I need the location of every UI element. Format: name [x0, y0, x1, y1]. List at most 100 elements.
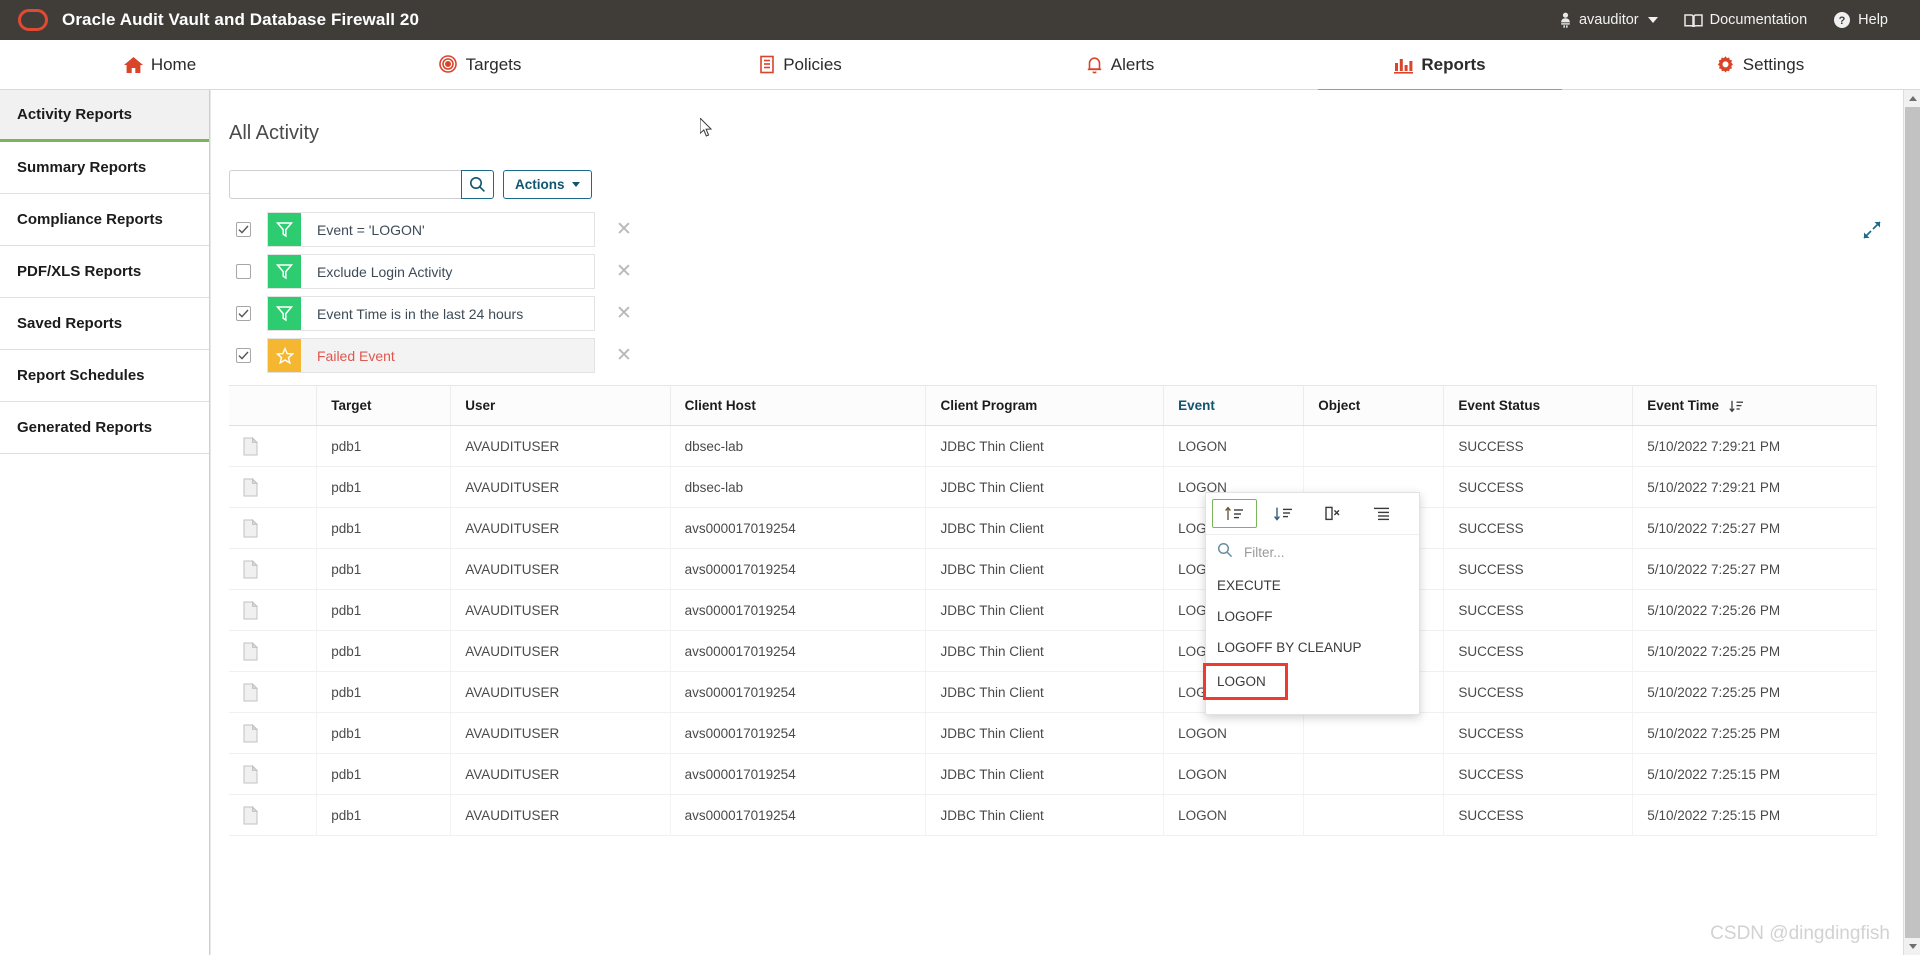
table-row[interactable]: pdb1 AVAUDITUSER dbsec-lab JDBC Thin Client…: [229, 425, 1877, 467]
sidebar-label: Summary Reports: [17, 159, 147, 176]
cell-event-status: SUCCESS: [1443, 794, 1634, 836]
column-header-user[interactable]: User: [450, 385, 671, 426]
table-header-row: Target User Client Host Client Program E…: [229, 385, 1877, 426]
cell-target: pdb1: [316, 671, 452, 713]
column-header-object[interactable]: Object: [1303, 385, 1445, 426]
cell-client-program: JDBC Thin Client: [925, 507, 1165, 549]
remove-highlight-icon[interactable]: ✕: [616, 346, 632, 365]
sidebar-label: Compliance Reports: [17, 211, 163, 228]
nav-item-reports[interactable]: Reports: [1280, 40, 1600, 93]
nav-item-settings[interactable]: Settings: [1600, 40, 1920, 89]
search-icon: [1217, 542, 1233, 563]
cell-event-status: SUCCESS: [1443, 589, 1634, 631]
filter-checkbox-exclude-login-activity[interactable]: [236, 264, 251, 279]
sort-ascending-icon[interactable]: [1212, 499, 1257, 528]
row-detail-icon[interactable]: [229, 548, 318, 590]
table-row[interactable]: pdb1 AVAUDITUSER avs000017019254 JDBC Thin …: [229, 671, 1877, 713]
row-detail-icon[interactable]: [229, 712, 318, 754]
table-row[interactable]: pdb1 AVAUDITUSER avs000017019254 JDBC Thin …: [229, 630, 1877, 672]
nav-item-targets[interactable]: Targets: [320, 40, 640, 89]
user-menu[interactable]: avauditor: [1559, 12, 1658, 28]
cell-event-status: SUCCESS: [1443, 630, 1634, 672]
scroll-up-arrow-icon[interactable]: [1904, 90, 1920, 107]
remove-filter-icon[interactable]: ✕: [616, 262, 632, 281]
target-icon: [438, 55, 458, 74]
filter-checkbox-event-time-last-24-hours[interactable]: [236, 306, 251, 321]
row-detail-icon[interactable]: [229, 507, 318, 549]
main-navigation: Home Targets Policies Alerts Reports Set…: [0, 40, 1920, 93]
scroll-down-arrow-icon[interactable]: [1904, 938, 1920, 955]
search-input[interactable]: [229, 170, 461, 199]
row-detail-icon[interactable]: [229, 753, 318, 795]
table-row[interactable]: pdb1 AVAUDITUSER avs000017019254 JDBC Thin …: [229, 548, 1877, 590]
column-header-client-program[interactable]: Client Program: [925, 385, 1165, 426]
popup-option-logon[interactable]: LOGON: [1203, 663, 1288, 700]
nav-item-alerts[interactable]: Alerts: [960, 40, 1280, 89]
column-header-target[interactable]: Target: [316, 385, 452, 426]
column-header-client-host[interactable]: Client Host: [670, 385, 927, 426]
help-link[interactable]: ? Help: [1833, 11, 1888, 29]
row-detail-icon[interactable]: [229, 589, 318, 631]
highlight-chip-failed-event[interactable]: Failed Event: [267, 338, 595, 373]
cell-target: pdb1: [316, 794, 452, 836]
nav-item-home[interactable]: Home: [0, 40, 320, 89]
popup-option-execute[interactable]: EXECUTE: [1206, 570, 1419, 601]
filter-row: Exclude Login Activity ✕: [229, 254, 1920, 289]
filter-chip-list: Event = 'LOGON' ✕ Exclude Login Activity: [229, 212, 1920, 373]
popup-option-logoff-by-cleanup[interactable]: LOGOFF BY CLEANUP: [1206, 632, 1419, 663]
filter-chip-event-time-last-24-hours[interactable]: Event Time is in the last 24 hours: [267, 296, 595, 331]
nav-item-policies[interactable]: Policies: [640, 40, 960, 89]
table-row[interactable]: pdb1 AVAUDITUSER avs000017019254 JDBC Thin …: [229, 753, 1877, 795]
row-detail-icon[interactable]: [229, 425, 318, 467]
sidebar-item-pdf-xls-reports[interactable]: PDF/XLS Reports: [0, 246, 209, 298]
event-column-popup[interactable]: EXECUTE LOGOFF LOGOFF BY CLEANUP LOGON: [1203, 492, 1420, 715]
cell-event-status: SUCCESS: [1443, 712, 1634, 754]
sidebar-item-generated-reports[interactable]: Generated Reports: [0, 402, 209, 454]
scrollbar-thumb[interactable]: [1905, 107, 1920, 955]
sidebar-item-compliance-reports[interactable]: Compliance Reports: [0, 194, 209, 246]
table-row[interactable]: pdb1 AVAUDITUSER avs000017019254 JDBC Thin …: [229, 712, 1877, 754]
star-icon: [268, 339, 301, 372]
popup-filter-input[interactable]: [1242, 544, 1382, 561]
cell-target: pdb1: [316, 548, 452, 590]
filter-chip-event-logon[interactable]: Event = 'LOGON': [267, 212, 595, 247]
sidebar-item-activity-reports[interactable]: Activity Reports: [0, 90, 209, 142]
sort-descending-icon[interactable]: [1261, 499, 1306, 528]
sidebar-item-summary-reports[interactable]: Summary Reports: [0, 142, 209, 194]
row-detail-icon[interactable]: [229, 630, 318, 672]
remove-filter-icon[interactable]: ✕: [616, 304, 632, 323]
row-detail-icon[interactable]: [229, 466, 318, 508]
table-row[interactable]: pdb1 AVAUDITUSER avs000017019254 JDBC Thin …: [229, 589, 1877, 631]
search-button[interactable]: [461, 170, 494, 199]
filter-chip-exclude-login-activity[interactable]: Exclude Login Activity: [267, 254, 595, 289]
column-header-event[interactable]: Event: [1163, 385, 1305, 426]
documentation-link[interactable]: Documentation: [1683, 12, 1807, 28]
row-detail-icon[interactable]: [229, 794, 318, 836]
sidebar-item-report-schedules[interactable]: Report Schedules: [0, 350, 209, 402]
popup-option-logoff[interactable]: LOGOFF: [1206, 601, 1419, 632]
cell-client-host: dbsec-lab: [670, 425, 927, 467]
column-header-event-status[interactable]: Event Status: [1443, 385, 1634, 426]
filter-checkbox-failed-event[interactable]: [236, 348, 251, 363]
cell-client-host: avs000017019254: [670, 630, 927, 672]
actions-button[interactable]: Actions: [503, 170, 592, 199]
table-row[interactable]: pdb1 AVAUDITUSER dbsec-lab JDBC Thin Client…: [229, 466, 1877, 508]
app-title: Oracle Audit Vault and Database Firewall…: [62, 10, 420, 29]
sidebar-item-saved-reports[interactable]: Saved Reports: [0, 298, 209, 350]
table-row[interactable]: pdb1 AVAUDITUSER avs000017019254 JDBC Thin …: [229, 507, 1877, 549]
vertical-scrollbar[interactable]: [1903, 90, 1920, 955]
column-header-event-time[interactable]: Event Time: [1632, 385, 1877, 426]
filter-checkbox-event-logon[interactable]: [236, 222, 251, 237]
cell-client-program: JDBC Thin Client: [925, 753, 1165, 795]
cell-event-time: 5/10/2022 7:25:15 PM: [1632, 794, 1877, 836]
hide-column-icon[interactable]: [1310, 499, 1355, 528]
table-row[interactable]: pdb1 AVAUDITUSER avs000017019254 JDBC Thin …: [229, 794, 1877, 836]
control-break-icon[interactable]: [1359, 499, 1404, 528]
help-label: Help: [1858, 12, 1888, 28]
expand-icon[interactable]: [1862, 220, 1882, 245]
remove-filter-icon[interactable]: ✕: [616, 220, 632, 239]
nav-label-policies: Policies: [783, 54, 842, 74]
help-circle-icon: ?: [1833, 11, 1851, 29]
cell-event-time: 5/10/2022 7:29:21 PM: [1632, 425, 1877, 467]
row-detail-icon[interactable]: [229, 671, 318, 713]
